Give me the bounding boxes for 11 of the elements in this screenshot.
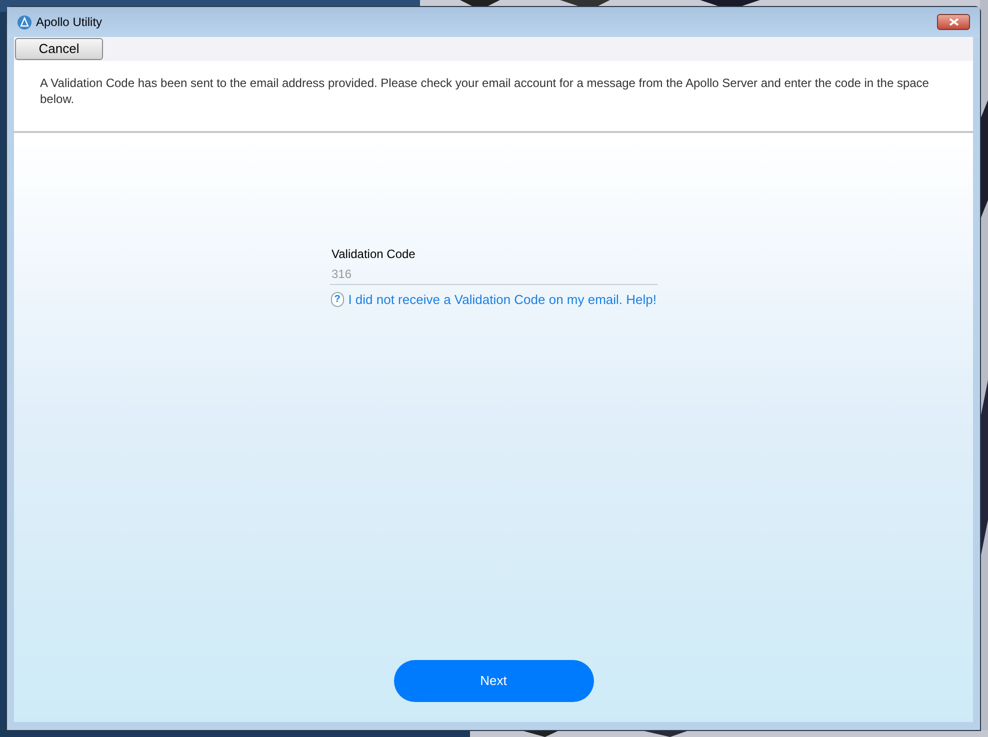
app-logo-icon: [17, 14, 32, 30]
window-title: Apollo Utility: [36, 14, 102, 31]
validation-code-field[interactable]: 316: [330, 263, 658, 285]
next-button[interactable]: Next: [394, 660, 594, 702]
help-icon: ?: [330, 292, 344, 308]
cancel-button[interactable]: Cancel: [15, 38, 103, 60]
field-label: Validation Code: [330, 246, 416, 263]
close-icon: [948, 18, 958, 26]
close-button[interactable]: [937, 14, 970, 30]
help-link[interactable]: I did not receive a Validation Code on my email. Help!: [348, 290, 656, 310]
instruction-text: A Validation Code has been sent to the email address provided. Please check your email account for a message from the Apollo Server and enter the code in the space below.: [40, 75, 930, 107]
